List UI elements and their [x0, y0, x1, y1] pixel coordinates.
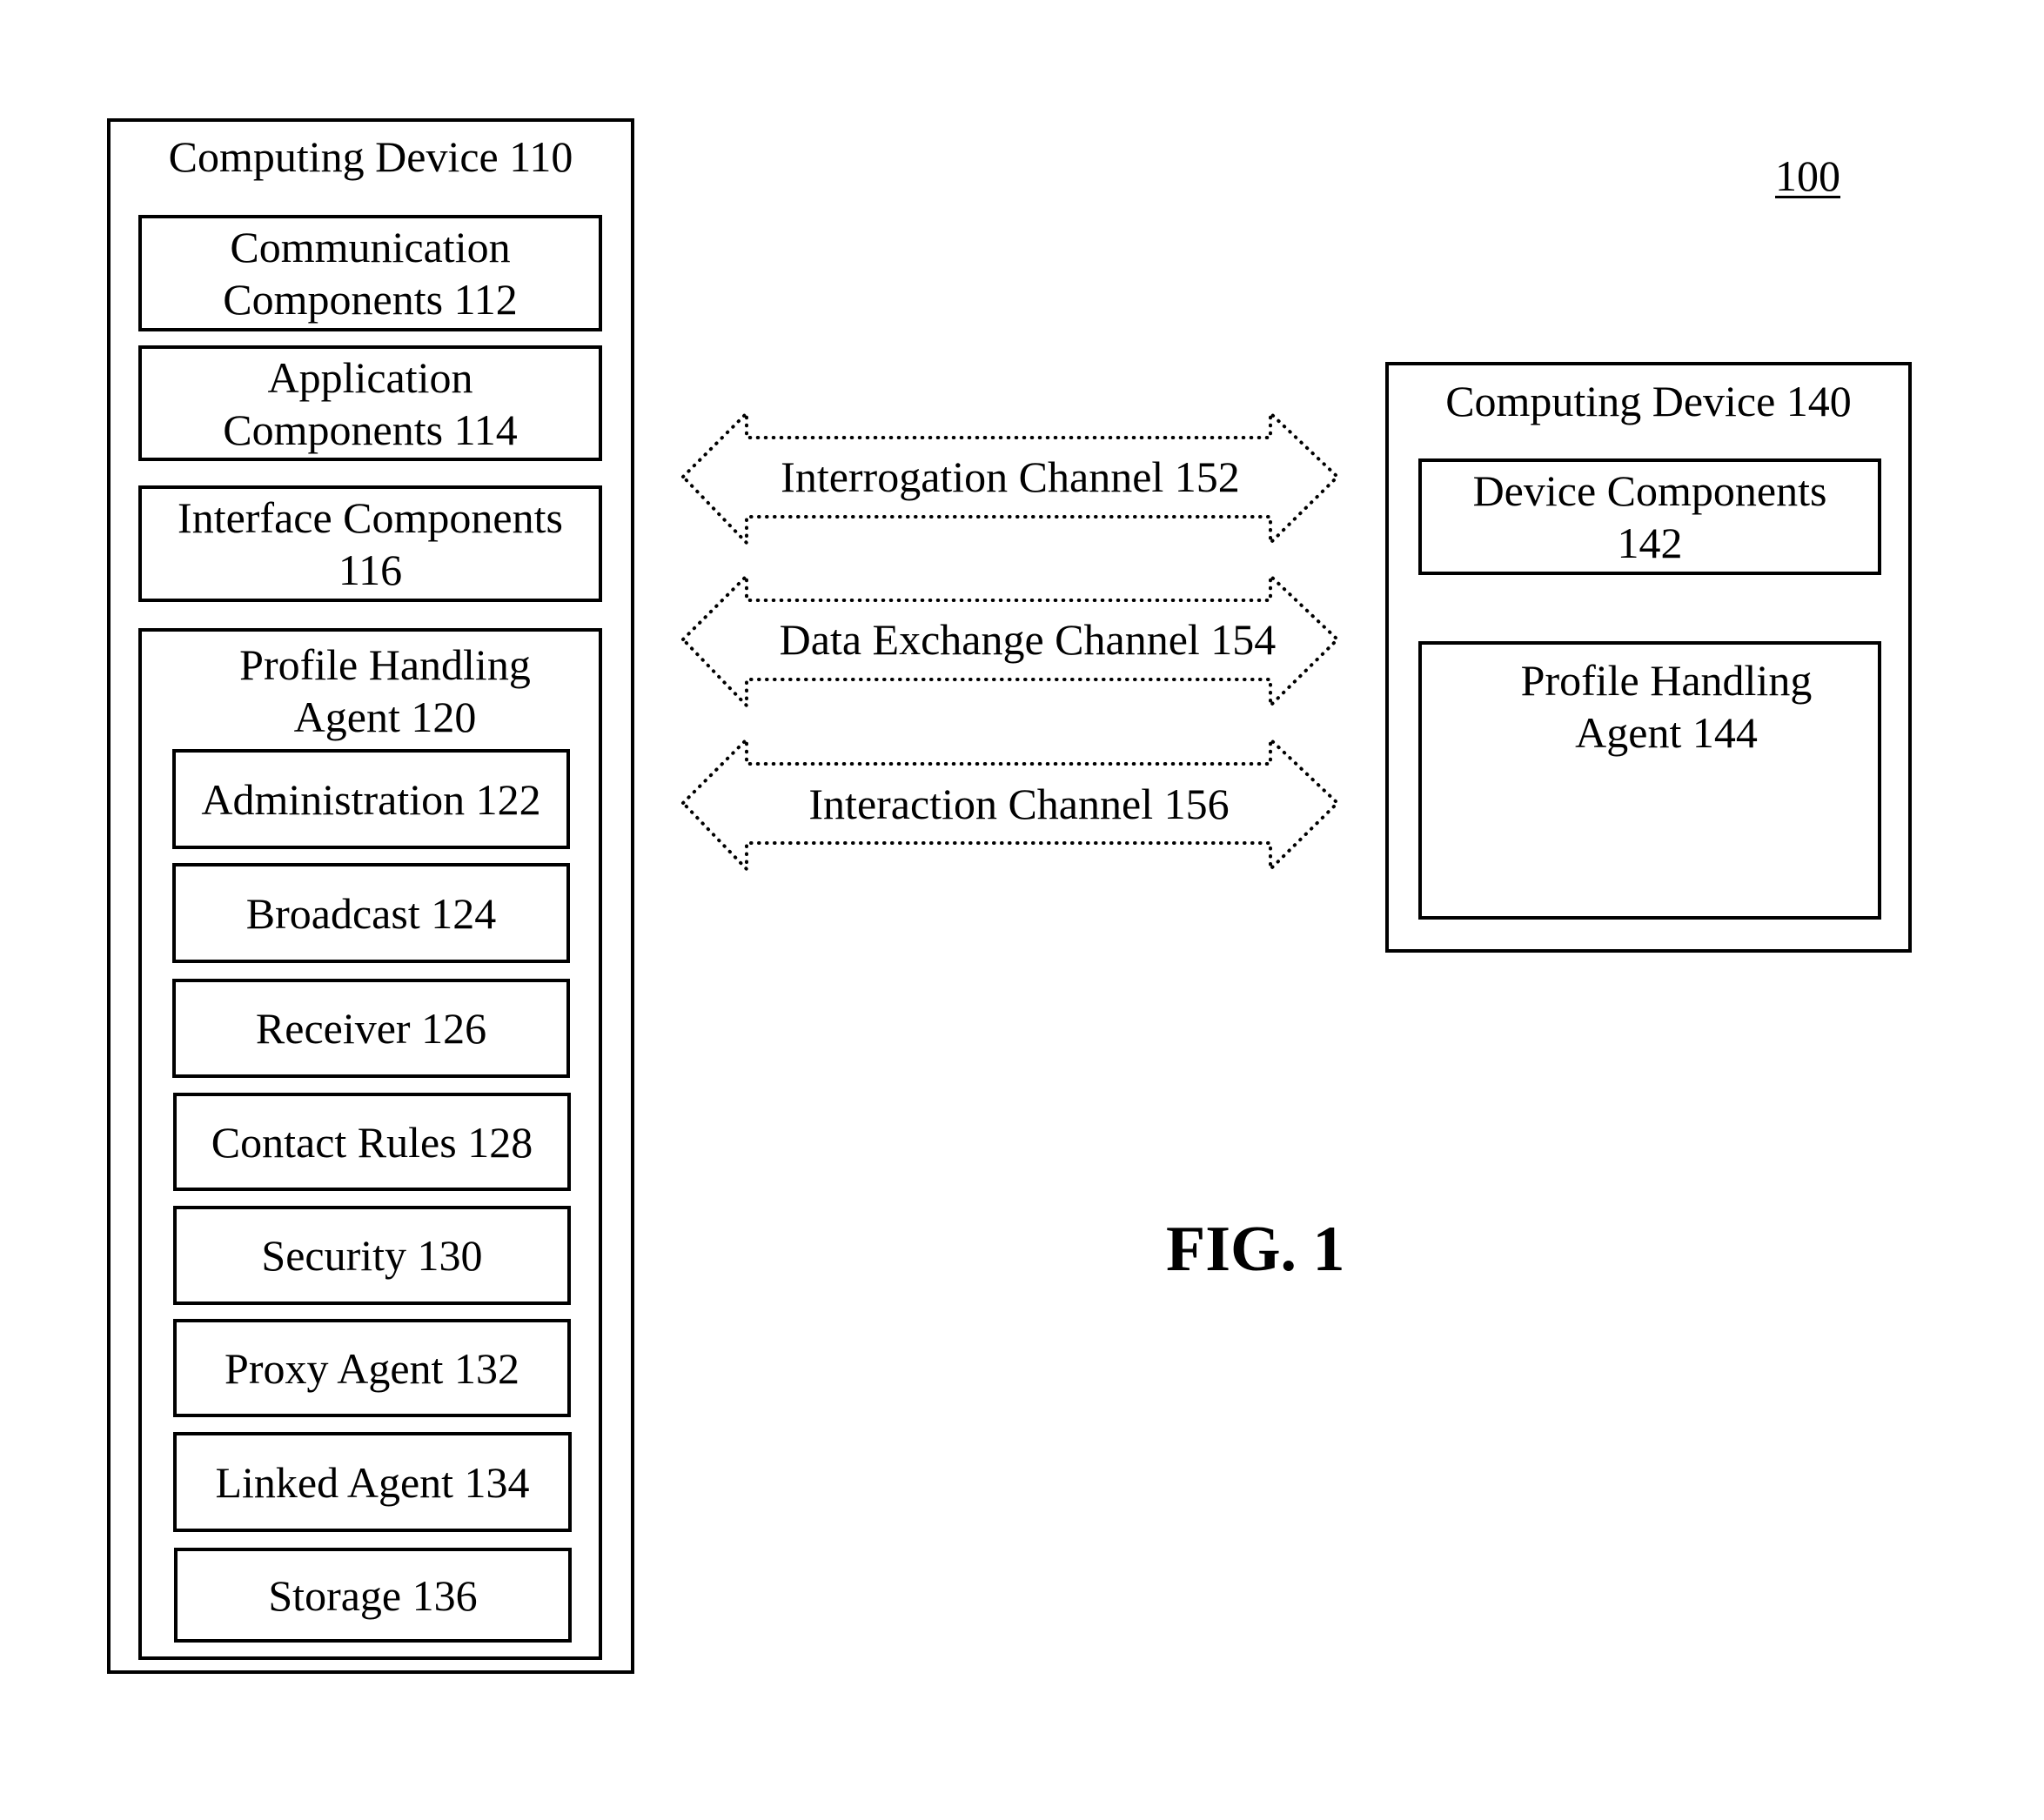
device-components-142: Device Components 142	[1418, 458, 1881, 575]
profile-handling-agent-144: Profile Handling Agent 144	[1418, 641, 1881, 920]
title-line: Profile Handling	[1520, 656, 1813, 705]
profile-handling-agent-144-title: Profile Handling Agent 144	[1422, 654, 1878, 759]
channel-label-152: Interrogation Channel 152	[781, 452, 1240, 501]
channel-label-156: Interaction Channel 156	[808, 780, 1230, 828]
figure-caption: FIG. 1	[1166, 1214, 1345, 1285]
title-line: Agent 144	[1575, 708, 1758, 757]
box-label-line: Device Components	[1472, 466, 1827, 515]
computing-device-140-title: Computing Device 140	[1445, 377, 1852, 425]
box-label-line: 142	[1617, 519, 1683, 567]
channel-label-154: Data Exchange Channel 154	[779, 615, 1277, 664]
